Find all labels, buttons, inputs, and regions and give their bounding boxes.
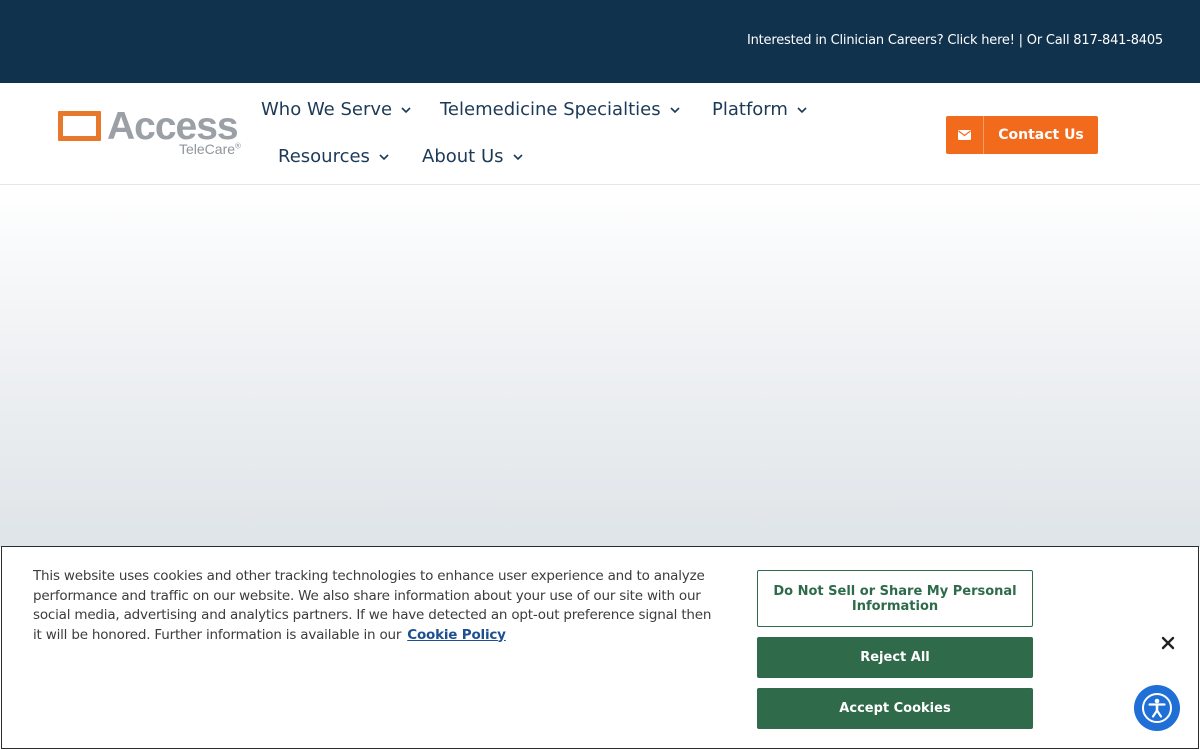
- reject-all-button[interactable]: Reject All: [757, 637, 1033, 678]
- contact-us-label: Contact Us: [998, 127, 1084, 143]
- accept-cookies-button[interactable]: Accept Cookies: [757, 688, 1033, 729]
- chevron-down-icon: [796, 104, 808, 116]
- chevron-down-icon: [400, 104, 412, 116]
- nav-label: Who We Serve: [261, 99, 393, 120]
- hero-section: [0, 185, 1200, 547]
- envelope-icon: [946, 116, 984, 154]
- cookie-notice-text: This website uses cookies and other trac…: [33, 568, 712, 643]
- logo-frame-icon: [58, 111, 101, 141]
- chevron-down-icon: [669, 104, 681, 116]
- nav-label: Resources: [278, 146, 370, 167]
- close-icon[interactable]: [1158, 633, 1178, 653]
- nav-resources[interactable]: Resources: [278, 146, 390, 167]
- cookie-policy-link[interactable]: Cookie Policy: [407, 627, 506, 643]
- nav-about-us[interactable]: About Us: [422, 146, 524, 167]
- nav-who-we-serve[interactable]: Who We Serve: [261, 99, 412, 120]
- cookie-banner: This website uses cookies and other trac…: [1, 546, 1199, 749]
- chevron-down-icon: [378, 151, 390, 163]
- careers-call-link[interactable]: Interested in Clinician Careers? Click h…: [747, 33, 1163, 48]
- accessibility-icon[interactable]: [1134, 685, 1180, 731]
- top-bar: Interested in Clinician Careers? Click h…: [0, 0, 1200, 83]
- contact-us-button[interactable]: Contact Us: [946, 116, 1098, 154]
- nav-platform[interactable]: Platform: [712, 99, 808, 120]
- nav-label: Telemedicine Specialties: [440, 99, 661, 120]
- chevron-down-icon: [512, 151, 524, 163]
- do-not-sell-button[interactable]: Do Not Sell or Share My Personal Informa…: [757, 570, 1033, 627]
- nav-label: About Us: [422, 146, 504, 167]
- logo-subtitle: TeleCare®: [179, 141, 241, 157]
- nav-telemedicine-specialties[interactable]: Telemedicine Specialties: [440, 99, 681, 120]
- access-telecare-logo[interactable]: Access TeleCare®: [57, 105, 247, 158]
- nav-label: Platform: [712, 99, 788, 120]
